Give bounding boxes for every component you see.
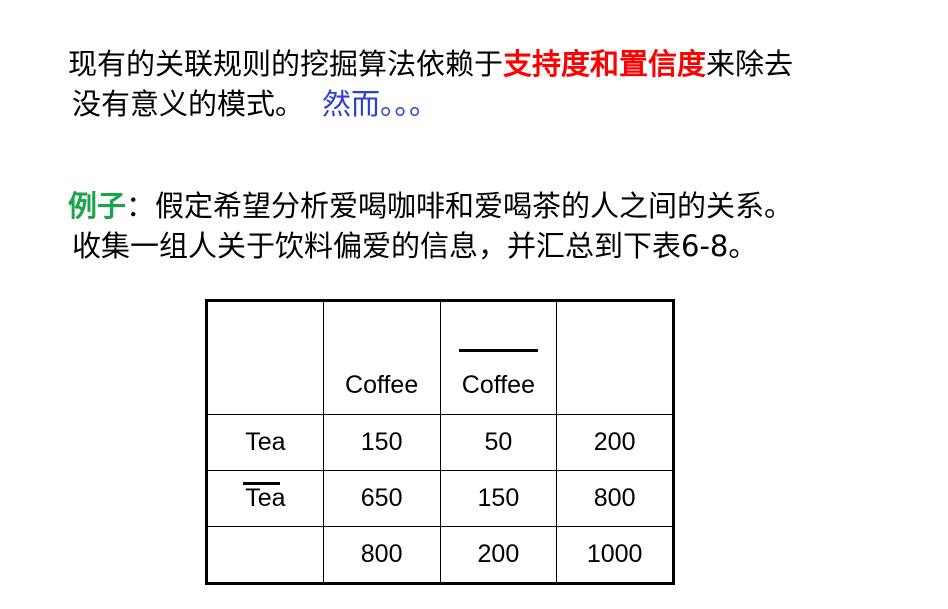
example-colon: ： <box>126 189 156 223</box>
header-not-coffee: Coffee <box>439 300 558 415</box>
example-line-1-text: 假定希望分析爱喝咖啡和爱喝茶的人之间的关系。 <box>155 189 794 223</box>
contingency-table: Coffee Coffee Tea 150 50 200 Tea 650 150… <box>205 299 675 585</box>
table-cell: 150 <box>439 470 558 527</box>
table-row: Tea 650 150 800 <box>206 470 674 527</box>
table-header-row: Coffee Coffee <box>206 300 674 415</box>
example-line-1: 例子：假定希望分析爱喝咖啡和爱喝茶的人之间的关系。 <box>68 186 793 226</box>
table-cell: 150 <box>322 414 441 471</box>
however-emphasis: 然而。。。 <box>322 87 439 121</box>
table-row: 800 200 1000 <box>206 526 674 584</box>
header-coffee-label: Coffee <box>345 371 419 399</box>
example-paragraph: 例子：假定希望分析爱喝咖啡和爱喝茶的人之间的关系。 收集一组人关于饮料偏爱的信息… <box>68 186 793 266</box>
table-cell: 200 <box>556 414 674 471</box>
example-line-2-text: 收集一组人关于饮料偏爱的信息，并汇总到下表6-8。 <box>72 229 758 263</box>
row-label-total <box>206 526 324 584</box>
example-line-2: 收集一组人关于饮料偏爱的信息，并汇总到下表6-8。 <box>68 226 793 266</box>
table-cell: 1000 <box>556 526 674 584</box>
header-coffee: Coffee <box>322 300 441 415</box>
header-total-cell <box>556 300 674 415</box>
example-label: 例子 <box>68 189 127 223</box>
intro-line-2-text: 没有意义的模式。 <box>72 87 305 121</box>
intro-text-start: 现有的关联规则的挖掘算法依赖于 <box>68 47 504 81</box>
support-confidence-emphasis: 支持度和置信度 <box>503 47 707 81</box>
header-not-coffee-label: Coffee <box>458 349 539 399</box>
row-label-tea-text: Tea <box>245 428 286 456</box>
header-corner-cell <box>206 300 324 415</box>
row-label-tea: Tea <box>206 414 324 471</box>
intro-line-2: 没有意义的模式。 然而。。。 <box>68 84 793 124</box>
table-cell: 50 <box>439 414 558 471</box>
table-cell: 800 <box>556 470 674 527</box>
table-row: Tea 150 50 200 <box>206 414 674 471</box>
row-label-not-tea: Tea <box>206 470 324 527</box>
intro-paragraph: 现有的关联规则的挖掘算法依赖于支持度和置信度来除去 没有意义的模式。 然而。。。 <box>68 44 793 124</box>
table-cell: 650 <box>322 470 441 527</box>
row-label-not-tea-text: Tea <box>243 482 286 512</box>
intro-line-1: 现有的关联规则的挖掘算法依赖于支持度和置信度来除去 <box>68 44 793 84</box>
table-cell: 800 <box>322 526 441 584</box>
intro-text-end: 来除去 <box>706 47 794 81</box>
table-cell: 200 <box>439 526 558 584</box>
